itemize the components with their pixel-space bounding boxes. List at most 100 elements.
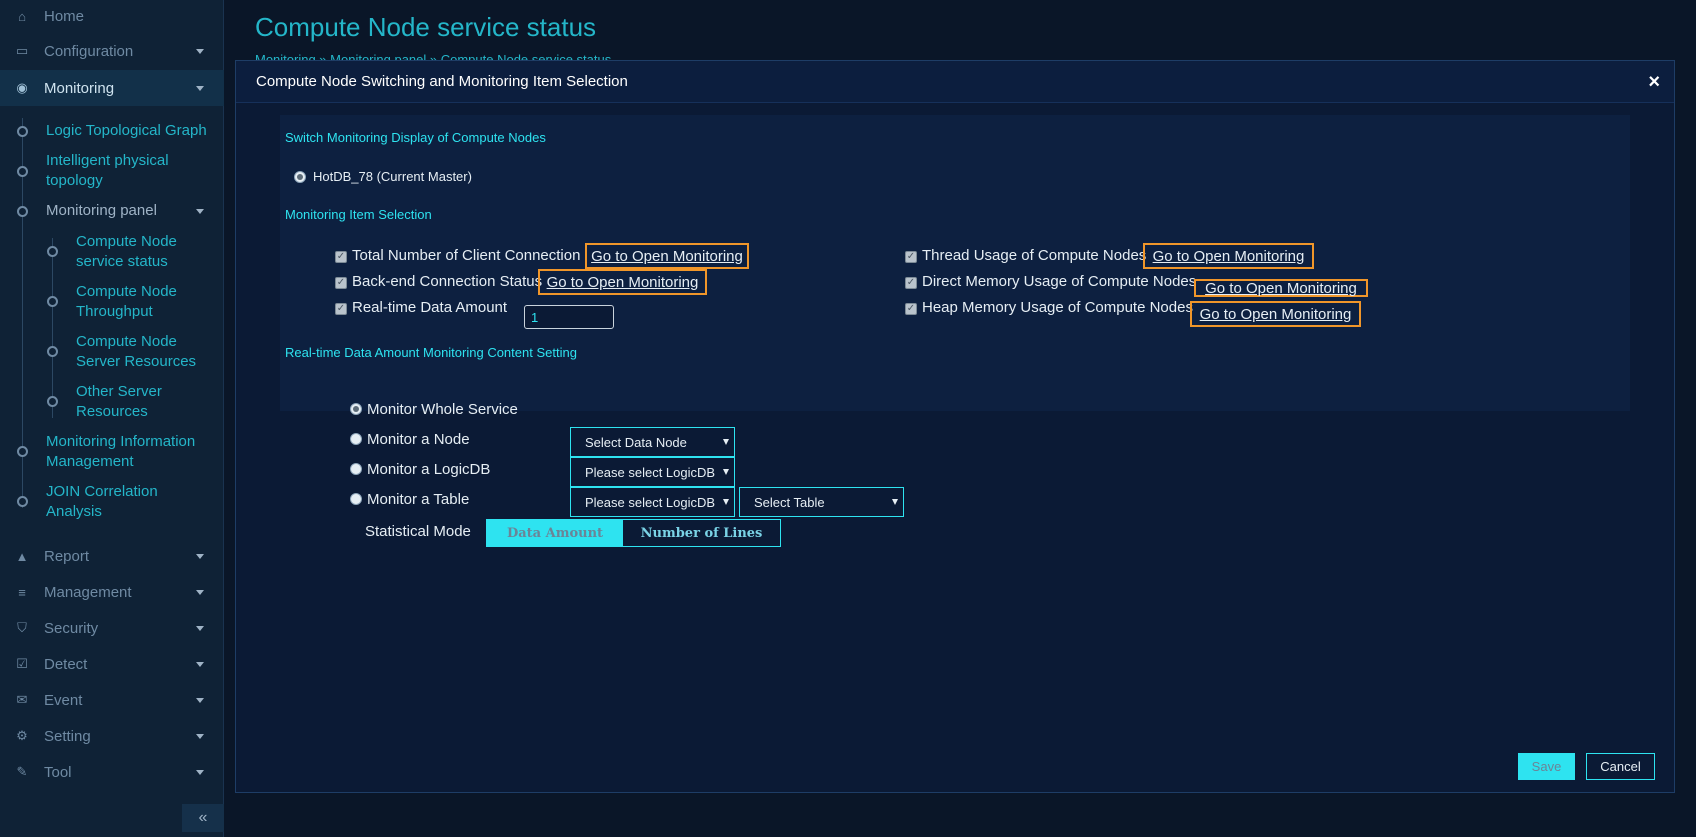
item-label: Total Number of Client Connection — [352, 247, 581, 264]
monitoring-selection-modal: Compute Node Switching and Monitoring It… — [235, 60, 1675, 793]
realtime-data-amount-checkbox[interactable]: ✓ — [335, 303, 347, 315]
tree-node-icon — [17, 496, 28, 507]
sidebar: ⌂ Home ▭ Configuration ◉ Monitoring Logi… — [0, 0, 224, 837]
sidebar-item-monitoring[interactable]: ◉ Monitoring — [0, 70, 224, 106]
sidebar-sub-compute-node-server-resources[interactable]: Compute Node Server Resources — [76, 332, 216, 372]
sidebar-item-detect[interactable]: ☑ Detect — [0, 646, 224, 682]
chevron-down-icon — [196, 733, 204, 739]
sidebar-item-setting[interactable]: ⚙ Setting — [0, 718, 224, 754]
monitor-node-radio[interactable] — [350, 433, 362, 445]
check-square-icon: ☑ — [16, 656, 28, 671]
chevron-down-icon — [196, 661, 204, 667]
cancel-button[interactable]: Cancel — [1586, 753, 1655, 780]
item-label: Back-end Connection Status — [352, 273, 543, 290]
sidebar-item-label: Management — [44, 583, 132, 601]
close-icon[interactable]: × — [1648, 71, 1660, 94]
tree-node-icon — [17, 166, 28, 177]
item-label: Heap Memory Usage of Compute Nodes — [922, 299, 1193, 316]
sidebar-item-security[interactable]: ⛉ Security — [0, 610, 224, 646]
chevron-down-icon — [196, 553, 204, 559]
tree-node-icon — [47, 296, 58, 307]
switch-section-title: Switch Monitoring Display of Compute Nod… — [285, 130, 546, 145]
modal-header: Compute Node Switching and Monitoring It… — [236, 61, 1674, 103]
monitor-option-label: Monitor a LogicDB — [367, 461, 491, 478]
node-radio[interactable] — [294, 171, 306, 183]
select-value: Select Data Node — [585, 434, 687, 450]
sidebar-sub-other-server-resources[interactable]: Other Server Resources — [76, 382, 216, 422]
statistical-mode-toggle: Data Amount Number of Lines — [486, 519, 781, 547]
open-monitoring-link[interactable]: Go to Open Monitoring — [1190, 301, 1361, 327]
monitor-option-label: Monitor a Table — [367, 491, 470, 508]
chevron-down-icon — [196, 589, 204, 595]
sidebar-item-label: Monitoring — [44, 79, 115, 97]
chevron-down-icon — [196, 85, 204, 91]
sidebar-item-report[interactable]: ▲ Report — [0, 538, 224, 574]
monitor-table-radio[interactable] — [350, 493, 362, 505]
sidebar-sub-compute-node-throughput[interactable]: Compute Node Throughput — [76, 282, 216, 322]
chevron-down-icon — [196, 769, 204, 775]
sidebar-sub-join-correlation-analysis[interactable]: JOIN Correlation Analysis — [46, 482, 216, 522]
node-option-label: HotDB_78 (Current Master) — [313, 169, 472, 184]
sidebar-sub-compute-node-service-status[interactable]: Compute Node service status — [76, 232, 216, 272]
sidebar-sub-monitoring-information-management[interactable]: Monitoring Information Management — [46, 432, 216, 472]
sidebar-item-event[interactable]: ✉ Event — [0, 682, 224, 718]
tree-node-icon — [47, 346, 58, 357]
tree-node-icon — [17, 446, 28, 457]
tree-node-icon — [47, 396, 58, 407]
monitor-option-label: Monitor a Node — [367, 431, 470, 448]
sidebar-item-label: Tool — [44, 763, 72, 781]
select-value: Please select LogicDB — [585, 464, 716, 480]
table-select[interactable]: Select Table — [739, 487, 904, 517]
open-monitoring-link[interactable]: Go to Open Monitoring — [585, 243, 749, 269]
tree-node-icon — [17, 206, 28, 217]
chevron-down-icon — [723, 499, 729, 505]
sidebar-sub-logic-topological-graph[interactable]: Logic Topological Graph — [46, 121, 216, 141]
monitor-logicdb-radio[interactable] — [350, 463, 362, 475]
open-monitoring-link[interactable]: Go to Open Monitoring — [1194, 279, 1368, 297]
chevron-down-icon — [196, 625, 204, 631]
item-label: Thread Usage of Compute Nodes — [922, 247, 1147, 264]
chevron-down-icon — [196, 48, 204, 54]
tree-line — [52, 238, 53, 418]
sidebar-sub-monitoring-panel[interactable]: Monitoring panel — [46, 201, 216, 221]
table-logicdb-select[interactable]: Please select LogicDB — [570, 487, 735, 517]
tree-node-icon — [47, 246, 58, 257]
logicdb-select[interactable]: Please select LogicDB — [570, 457, 735, 487]
mode-number-of-lines-button[interactable]: Number of Lines — [623, 520, 780, 546]
sidebar-item-tool[interactable]: ✎ Tool — [0, 754, 224, 790]
open-monitoring-link[interactable]: Go to Open Monitoring — [538, 269, 707, 295]
sidebar-sub-intelligent-physical-topology[interactable]: Intelligent physical topology — [46, 151, 216, 191]
thread-usage-checkbox[interactable]: ✓ — [905, 251, 917, 263]
monitor-whole-service-radio[interactable] — [350, 403, 362, 415]
monitoring-section-title: Monitoring Item Selection — [285, 207, 432, 222]
item-label: Direct Memory Usage of Compute Nodes — [922, 273, 1197, 290]
shield-icon: ⛉ — [17, 620, 27, 635]
heap-memory-usage-checkbox[interactable]: ✓ — [905, 303, 917, 315]
backend-connection-checkbox[interactable]: ✓ — [335, 277, 347, 289]
chevron-down-icon — [196, 697, 204, 703]
database-icon: ≡ — [18, 584, 26, 600]
open-monitoring-link[interactable]: Go to Open Monitoring — [1143, 243, 1314, 269]
page-title: Compute Node service status — [255, 12, 597, 42]
wrench-icon: ✎ — [16, 764, 28, 779]
select-value: Select Table — [754, 494, 825, 510]
chevron-down-icon — [723, 439, 729, 445]
sidebar-item-configuration[interactable]: ▭ Configuration — [0, 33, 224, 69]
sidebar-item-management[interactable]: ≡ Management — [0, 574, 224, 610]
realtime-data-amount-input[interactable]: 1 — [524, 305, 614, 329]
save-button[interactable]: Save — [1518, 753, 1575, 780]
item-label: Real-time Data Amount — [352, 299, 508, 316]
envelope-icon: ✉ — [16, 692, 28, 707]
gear-icon: ⚙ — [16, 728, 28, 743]
sidebar-item-label: Report — [44, 547, 90, 565]
total-client-connection-checkbox[interactable]: ✓ — [335, 251, 347, 263]
data-node-select[interactable]: Select Data Node — [570, 427, 735, 457]
mode-data-amount-button[interactable]: Data Amount — [487, 520, 623, 546]
select-value: Please select LogicDB — [585, 494, 716, 510]
sidebar-collapse-button[interactable]: « — [182, 804, 224, 832]
direct-memory-usage-checkbox[interactable]: ✓ — [905, 277, 917, 289]
statistical-mode-label: Statistical Mode — [365, 523, 471, 540]
sidebar-item-label: Event — [44, 691, 83, 709]
modal-title: Compute Node Switching and Monitoring It… — [256, 73, 628, 90]
sidebar-item-home[interactable]: ⌂ Home — [0, 0, 224, 34]
